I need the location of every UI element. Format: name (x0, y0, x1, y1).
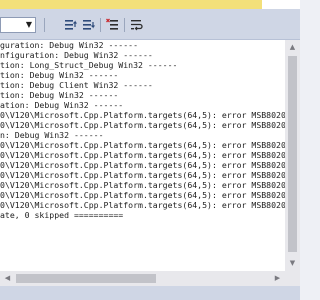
toggle-word-wrap-button[interactable] (128, 17, 146, 33)
find-previous-button[interactable] (62, 17, 80, 33)
output-source-select[interactable]: ▼ (0, 17, 36, 33)
horizontal-scrollbar[interactable]: ◀ ▶ (0, 271, 285, 286)
output-line: 0\V120\Microsoft.Cpp.Platform.targets(64… (0, 140, 285, 150)
output-line: ation: Debug Win32 ------ (0, 100, 124, 110)
output-line: 0\V120\Microsoft.Cpp.Platform.targets(64… (0, 190, 285, 200)
find-next-button[interactable] (80, 17, 98, 33)
output-line: tion: Long_Struct_Debug Win32 ------ (0, 60, 178, 70)
output-line: guration: Debug Win32 ------ (0, 40, 139, 50)
output-line: 0\V120\Microsoft.Cpp.Platform.targets(64… (0, 120, 285, 130)
output-line: n: Debug Win32 ------ (0, 130, 104, 140)
output-line: tion: Debug Win32 ------ (0, 90, 119, 100)
find-previous-icon (65, 20, 77, 30)
output-line: 0\V120\Microsoft.Cpp.Platform.targets(64… (0, 170, 285, 180)
scroll-down-icon[interactable]: ▼ (285, 256, 300, 271)
vertical-scrollbar[interactable]: ▲ ▼ (285, 40, 300, 271)
output-line: 0\V120\Microsoft.Cpp.Platform.targets(64… (0, 200, 285, 210)
output-line: 0\V120\Microsoft.Cpp.Platform.targets(64… (0, 110, 285, 120)
clear-all-button[interactable] (104, 17, 122, 33)
scrollbar-corner (285, 271, 300, 286)
chevron-down-icon[interactable]: ▼ (23, 18, 35, 32)
toolbar-separator (100, 18, 101, 32)
toolbar-separator (124, 18, 125, 32)
title-bar-edge (262, 0, 300, 9)
scroll-up-icon[interactable]: ▲ (285, 40, 300, 55)
toggle-word-wrap-icon (131, 20, 143, 31)
output-text-area[interactable]: guration: Debug Win32 ------ nfiguration… (0, 40, 285, 271)
output-line: 0\V120\Microsoft.Cpp.Platform.targets(64… (0, 160, 285, 170)
scroll-right-icon[interactable]: ▶ (270, 271, 285, 286)
output-line: 0\V120\Microsoft.Cpp.Platform.targets(64… (0, 150, 285, 160)
toolbar-separator (44, 18, 45, 32)
output-line: nfiguration: Debug Win32 ------ (0, 50, 153, 60)
output-line: tion: Debug Client Win32 ------ (0, 80, 153, 90)
title-bar-accent (0, 0, 300, 9)
clear-all-icon (106, 18, 118, 30)
vertical-scroll-thumb[interactable] (288, 56, 297, 252)
panel-bottom-border (0, 286, 300, 300)
scroll-left-icon[interactable]: ◀ (0, 271, 15, 286)
output-line: 0\V120\Microsoft.Cpp.Platform.targets(64… (0, 180, 285, 190)
horizontal-scroll-thumb[interactable] (16, 274, 156, 283)
output-line: ate, 0 skipped ========== (0, 210, 124, 220)
find-next-icon (83, 20, 95, 30)
output-line: tion: Debug Win32 ------ (0, 70, 119, 80)
output-toolbar: ▼ (0, 9, 300, 40)
